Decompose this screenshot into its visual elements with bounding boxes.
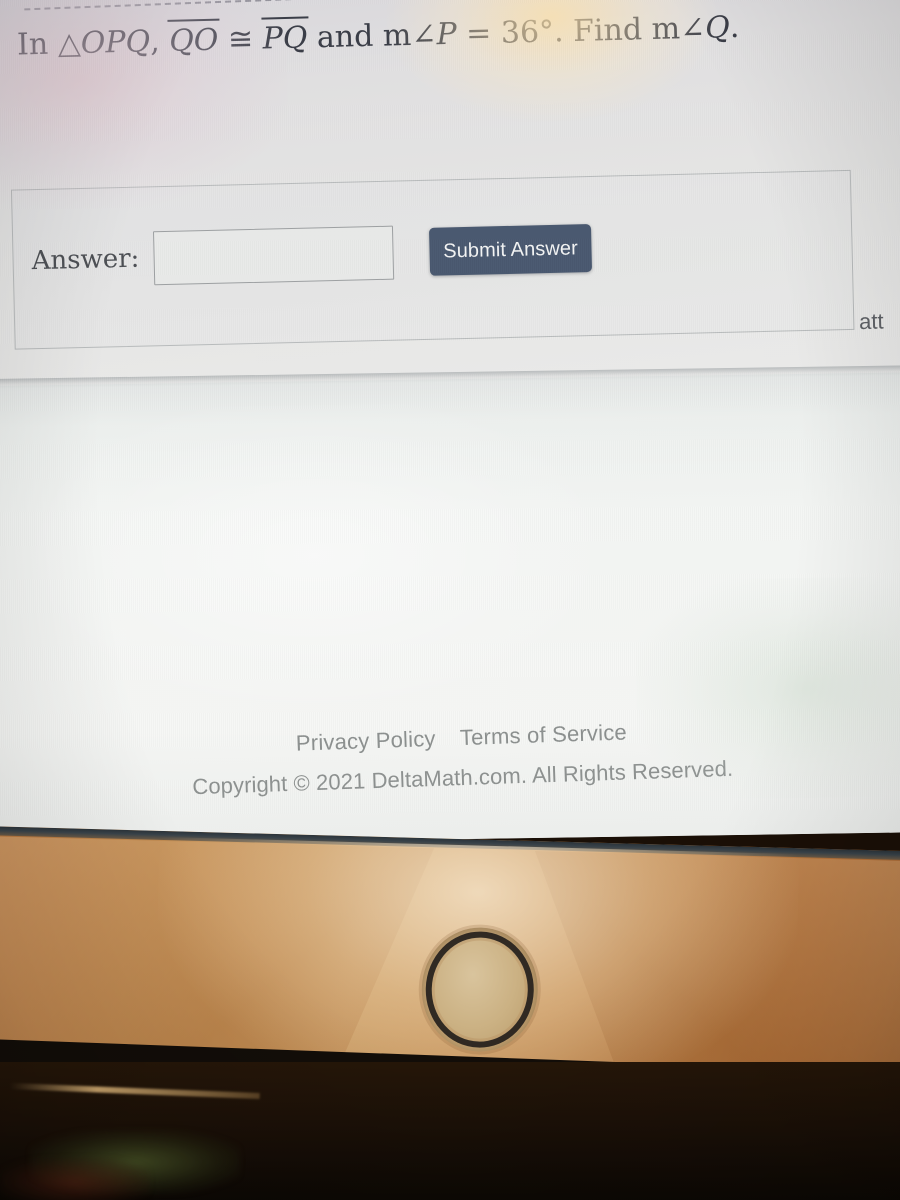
triangle-symbol: △ (57, 25, 82, 62)
tablet-screen: In △OPQ, QO ≅ PQ and m∠P = 36°. Find m∠Q… (0, 0, 900, 846)
answer-label: Answer: (31, 243, 140, 277)
congruent-symbol: ≅ (227, 21, 254, 58)
problem-conjunction: and (316, 18, 374, 56)
photo-of-tablet-screen: In △OPQ, QO ≅ PQ and m∠P = 36°. Find m∠Q… (0, 0, 900, 1200)
angle-label-q: Q (704, 10, 731, 46)
equals-sign: = (465, 15, 492, 52)
answer-panel: Answer: Submit Answer (10, 169, 855, 350)
angle-symbol-p: ∠ (410, 17, 437, 53)
angle-label-p: P (436, 16, 458, 53)
problem-end-period: . (729, 9, 740, 46)
answer-row: Answer: Submit Answer (31, 221, 593, 288)
degree-symbol: ° (538, 14, 555, 50)
angle-value: 36 (500, 14, 540, 51)
problem-period: . (553, 14, 565, 50)
terms-of-service-link[interactable]: Terms of Service (459, 719, 627, 750)
segment-pq: PQ (262, 20, 308, 57)
background-object-red (0, 1158, 150, 1200)
answer-input[interactable] (152, 225, 394, 286)
find-word: Find (572, 12, 643, 49)
triangle-vertices: OPQ (80, 24, 151, 61)
measure-prefix-p: m (382, 17, 412, 54)
angle-symbol-q: ∠ (679, 10, 706, 47)
problem-comma: , (149, 24, 161, 60)
problem-prefix: In (16, 26, 49, 63)
measure-prefix-q: m (651, 11, 681, 48)
segment-qo: QO (168, 22, 219, 59)
attempt-counter-text: att (858, 308, 884, 335)
privacy-policy-link[interactable]: Privacy Policy (296, 726, 437, 756)
submit-answer-button[interactable]: Submit Answer (428, 223, 593, 276)
